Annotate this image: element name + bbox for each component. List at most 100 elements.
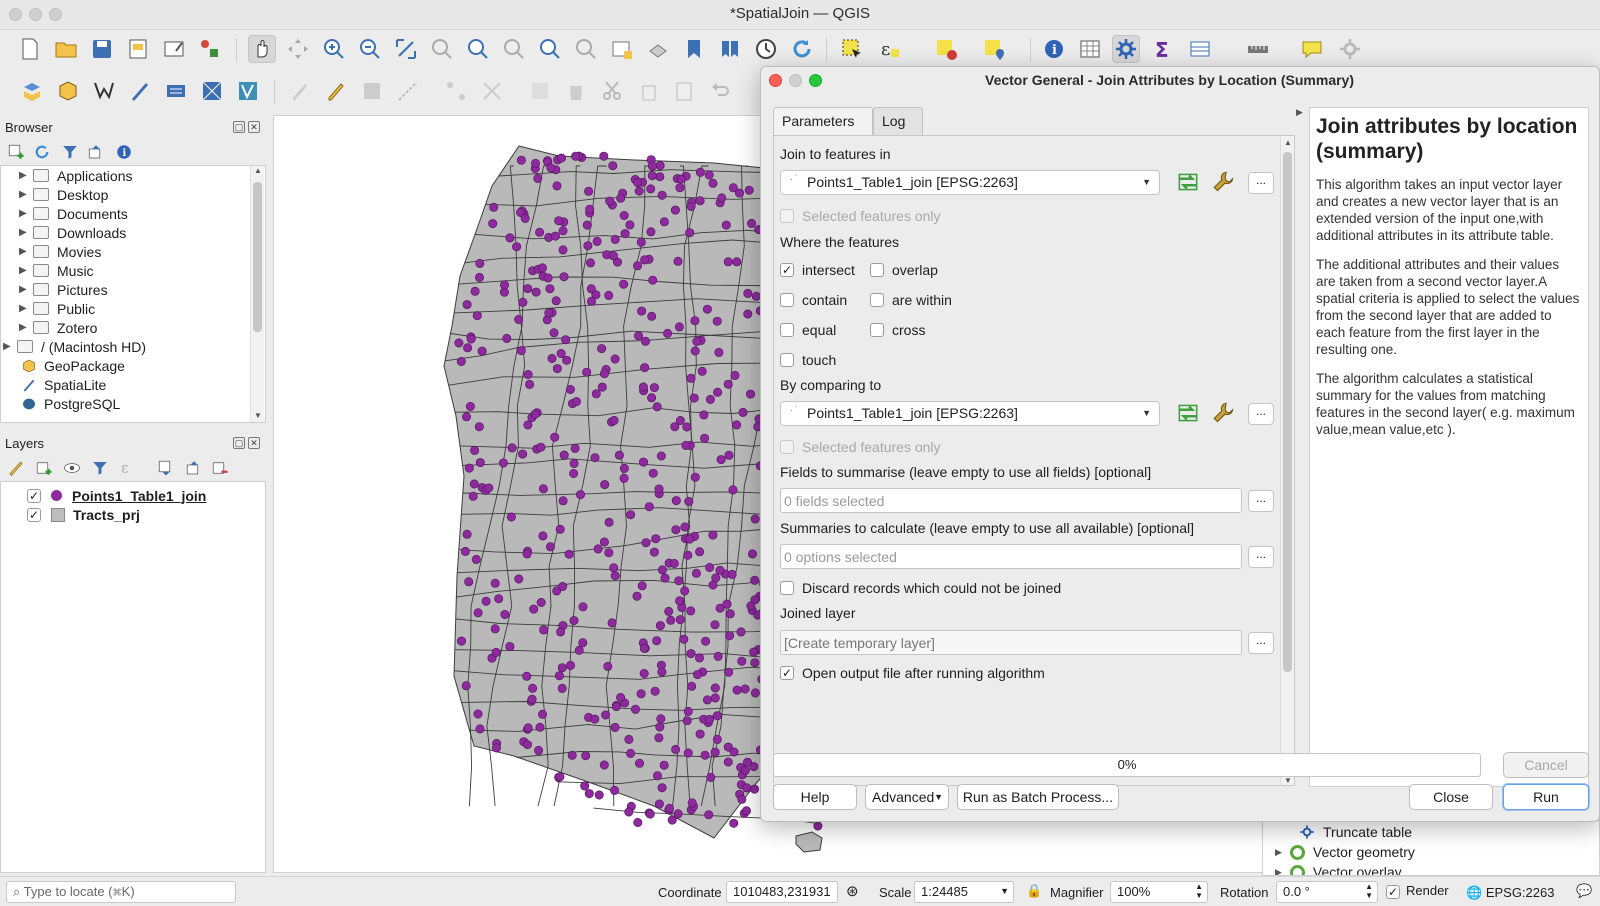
open-layer-styling-icon[interactable]: [6, 458, 26, 478]
zoom-native-icon[interactable]: [500, 35, 528, 63]
summaries-browse-button[interactable]: ...: [1248, 546, 1274, 568]
undo-icon[interactable]: [706, 77, 734, 105]
advanced-dropdown-button[interactable]: Advanced ▼: [865, 784, 949, 810]
copy-features-icon[interactable]: [634, 77, 662, 105]
filter-by-expression-icon[interactable]: ε: [118, 458, 138, 478]
save-edits-icon[interactable]: [358, 77, 386, 105]
browser-item-public[interactable]: ▶ Public: [19, 299, 95, 318]
expand-all-icon[interactable]: [156, 458, 176, 478]
paste-features-icon[interactable]: [670, 77, 698, 105]
predicate-contain-checkbox[interactable]: contain: [780, 291, 847, 309]
map-tips-icon[interactable]: [1298, 35, 1326, 63]
select-features-icon[interactable]: [838, 35, 866, 63]
style-manager-icon[interactable]: [196, 35, 224, 63]
summaries-input[interactable]: 0 options selected: [780, 544, 1242, 569]
toolbox-item-vector-overlay[interactable]: ▶ Vector overlay: [1275, 864, 1402, 875]
zoom-next-icon[interactable]: [572, 35, 600, 63]
zoom-last-icon[interactable]: [536, 35, 564, 63]
crs-button[interactable]: 🌐 EPSG:2263: [1466, 885, 1554, 901]
select-by-expression-icon[interactable]: ε: [876, 35, 904, 63]
attribute-table-icon[interactable]: [1076, 35, 1104, 63]
float-panel-icon[interactable]: ▢: [233, 437, 245, 449]
advanced-options-wrench-icon[interactable]: [1210, 399, 1238, 427]
compare-selected-only-checkbox[interactable]: Selected features only: [780, 438, 941, 456]
current-edits-icon[interactable]: [286, 77, 314, 105]
filter-legend-icon[interactable]: [90, 458, 110, 478]
delete-selected-icon[interactable]: [562, 77, 590, 105]
properties-info-icon[interactable]: i: [114, 142, 134, 162]
browser-scrollbar[interactable]: ▲ ▼: [250, 166, 264, 422]
toggle-editing-icon[interactable]: [322, 77, 350, 105]
browser-item-pictures[interactable]: ▶ Pictures: [19, 280, 108, 299]
browser-item-geopackage[interactable]: GeoPackage: [21, 356, 125, 375]
settings-gear-icon[interactable]: [1336, 35, 1364, 63]
joined-layer-browse-button[interactable]: ...: [1248, 632, 1274, 654]
browser-item-music[interactable]: ▶ Music: [19, 261, 94, 280]
refresh-browser-icon[interactable]: [32, 142, 52, 162]
predicate-within-checkbox[interactable]: are within: [870, 291, 952, 309]
browser-item-applications[interactable]: ▶ Applications: [19, 166, 133, 185]
new-3d-view-icon[interactable]: [644, 35, 672, 63]
dialog-close-button[interactable]: [769, 74, 782, 87]
browser-item-movies[interactable]: ▶ Movies: [19, 242, 101, 261]
toggle-extents-icon[interactable]: ⊛: [846, 882, 859, 900]
add-vector-icon[interactable]: [234, 77, 262, 105]
discard-records-checkbox[interactable]: Discard records which could not be joine…: [780, 579, 1061, 597]
iterate-over-features-icon[interactable]: [1174, 168, 1202, 196]
join-selected-only-checkbox[interactable]: Selected features only: [780, 207, 941, 225]
remove-layer-icon[interactable]: [210, 458, 230, 478]
modify-attributes-icon[interactable]: [478, 77, 506, 105]
iterate-over-features-icon[interactable]: [1174, 399, 1202, 427]
join-layer-browse-button[interactable]: ...: [1248, 172, 1274, 194]
new-bookmark-icon[interactable]: [680, 35, 708, 63]
new-map-view-icon[interactable]: [608, 35, 636, 63]
vertex-tool-icon[interactable]: [442, 77, 470, 105]
new-shapefile-icon[interactable]: [90, 77, 118, 105]
compare-layer-combo[interactable]: · ˙ Points1_Table1_join [EPSG:2263] ▼: [780, 401, 1160, 426]
zoom-out-icon[interactable]: [356, 35, 384, 63]
predicate-touch-checkbox[interactable]: touch: [780, 351, 836, 369]
compare-layer-browse-button[interactable]: ...: [1248, 403, 1274, 425]
predicate-overlap-checkbox[interactable]: overlap: [870, 261, 938, 279]
new-geopackage-icon[interactable]: [54, 77, 82, 105]
add-delimited-text-icon[interactable]: [162, 77, 190, 105]
dialog-minimize-button[interactable]: [789, 74, 802, 87]
new-print-layout-icon[interactable]: [124, 35, 152, 63]
new-project-icon[interactable]: [16, 35, 44, 63]
measure-line-icon[interactable]: [1244, 35, 1272, 63]
scale-combo[interactable]: 1:24485 ▼: [914, 881, 1014, 903]
browser-item-desktop[interactable]: ▶ Desktop: [19, 185, 108, 204]
statistics-sigma-icon[interactable]: Σ: [1148, 35, 1176, 63]
float-panel-icon[interactable]: ▢: [233, 121, 245, 133]
manage-visibility-icon[interactable]: [62, 458, 82, 478]
zoom-to-layer-icon[interactable]: [464, 35, 492, 63]
processing-toolbox-icon[interactable]: [1112, 35, 1140, 63]
digitize-icon[interactable]: [126, 77, 154, 105]
browser-item-macintosh-hd[interactable]: ▶ / (Macintosh HD): [3, 337, 146, 356]
data-source-manager-icon[interactable]: [18, 77, 46, 105]
fields-to-summarise-input[interactable]: 0 fields selected: [780, 488, 1242, 513]
tab-log[interactable]: Log: [873, 107, 923, 135]
layer-visibility-checkbox[interactable]: ✓: [27, 488, 41, 503]
close-panel-icon[interactable]: ✕: [248, 121, 260, 133]
filter-browser-icon[interactable]: [60, 142, 80, 162]
layer-item-tracts[interactable]: ✓ Tracts_prj: [27, 505, 140, 524]
zoom-in-icon[interactable]: [320, 35, 348, 63]
browser-item-spatialite[interactable]: SpatiaLite: [21, 375, 106, 394]
add-selected-layers-icon[interactable]: [6, 142, 26, 162]
help-button[interactable]: Help: [773, 784, 857, 810]
close-button[interactable]: Close: [1409, 784, 1493, 810]
open-project-icon[interactable]: [52, 35, 80, 63]
zoom-to-selection-icon[interactable]: [428, 35, 456, 63]
pan-to-selection-icon[interactable]: [284, 35, 312, 63]
pan-map-icon[interactable]: [248, 35, 276, 63]
browser-item-postgresql[interactable]: PostgreSQL: [21, 394, 120, 413]
deselect-features-icon[interactable]: [932, 35, 960, 63]
predicate-equal-checkbox[interactable]: equal: [780, 321, 836, 339]
rotation-field[interactable]: 0.0 ° ▲ ▼: [1276, 881, 1378, 903]
show-bookmarks-icon[interactable]: [716, 35, 744, 63]
layer-visibility-checkbox[interactable]: ✓: [27, 507, 41, 522]
parameters-scrollbar[interactable]: ▲ ▼: [1280, 136, 1294, 785]
joined-layer-output-input[interactable]: [Create temporary layer]: [780, 630, 1242, 655]
dialog-zoom-button[interactable]: [809, 74, 822, 87]
